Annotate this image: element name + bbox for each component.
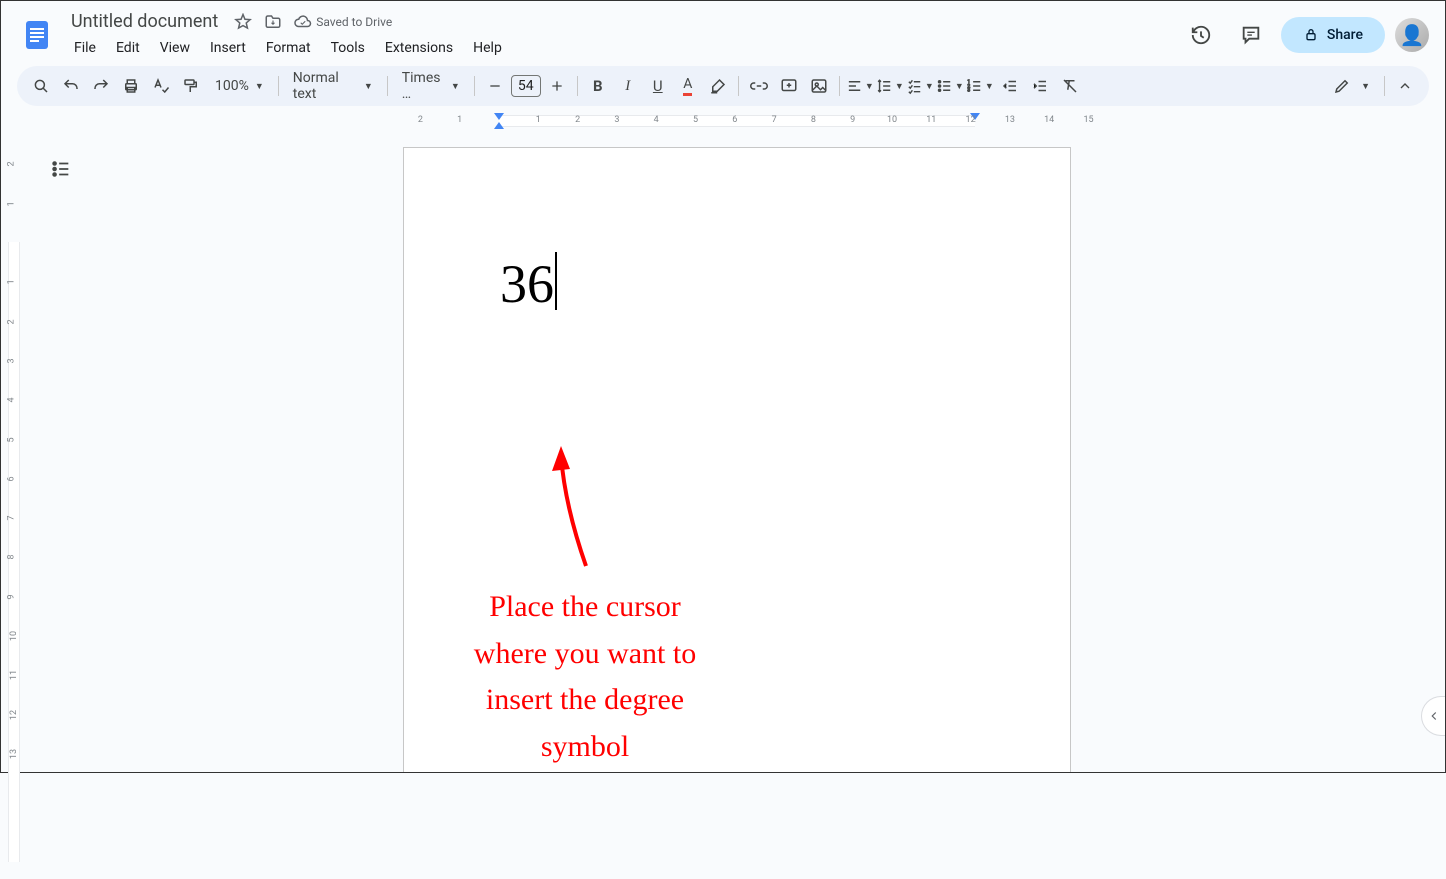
font-select[interactable]: Times …▼: [394, 72, 468, 100]
history-icon[interactable]: [1181, 15, 1221, 55]
title-area: Untitled document Saved to Drive File Ed…: [65, 9, 1173, 60]
save-status[interactable]: Saved to Drive: [294, 13, 392, 31]
checklist-icon[interactable]: ▼: [906, 72, 934, 100]
add-comment-icon[interactable]: [775, 72, 803, 100]
separator: [738, 76, 739, 96]
align-icon[interactable]: ▼: [846, 72, 874, 100]
header-right: Share 👤: [1181, 15, 1429, 55]
workspace: 36: [25, 129, 1427, 772]
title-icons: Saved to Drive: [234, 13, 392, 31]
font-size-input[interactable]: 54: [511, 75, 541, 97]
menu-file[interactable]: File: [65, 36, 105, 60]
outline-toggle-icon[interactable]: [43, 151, 79, 187]
menu-view[interactable]: View: [151, 36, 199, 60]
page[interactable]: 36: [403, 147, 1071, 772]
bullet-list-icon[interactable]: ▼: [936, 72, 964, 100]
share-button[interactable]: Share: [1281, 17, 1385, 53]
docs-logo[interactable]: [17, 15, 57, 55]
menu-tools[interactable]: Tools: [322, 36, 374, 60]
redo-icon[interactable]: [87, 72, 115, 100]
zoom-select[interactable]: 100%▼: [207, 72, 272, 100]
menu-edit[interactable]: Edit: [107, 36, 149, 60]
ruler-vertical[interactable]: 2112345678910111213: [6, 129, 22, 772]
collapse-toolbar-icon[interactable]: [1391, 72, 1419, 100]
document-text: 36: [500, 253, 554, 315]
text-color-icon[interactable]: A: [674, 72, 702, 100]
style-value: Normal text: [293, 70, 358, 102]
title-row: Untitled document Saved to Drive: [65, 9, 1173, 34]
menubar: File Edit View Insert Format Tools Exten…: [65, 36, 1173, 60]
separator: [278, 76, 279, 96]
separator: [474, 76, 475, 96]
editing-mode-select[interactable]: ▼: [1325, 72, 1378, 100]
zoom-value: 100%: [215, 78, 249, 94]
menu-format[interactable]: Format: [257, 36, 320, 60]
bold-icon[interactable]: B: [584, 72, 612, 100]
undo-icon[interactable]: [57, 72, 85, 100]
paint-format-icon[interactable]: [177, 72, 205, 100]
avatar[interactable]: 👤: [1395, 18, 1429, 52]
line-spacing-icon[interactable]: ▼: [876, 72, 904, 100]
header: Untitled document Saved to Drive File Ed…: [1, 1, 1445, 60]
spellcheck-icon[interactable]: [147, 72, 175, 100]
clear-format-icon[interactable]: [1056, 72, 1084, 100]
menu-extensions[interactable]: Extensions: [376, 36, 462, 60]
separator: [387, 76, 388, 96]
menu-help[interactable]: Help: [464, 36, 511, 60]
menu-insert[interactable]: Insert: [201, 36, 255, 60]
font-value: Times …: [402, 70, 445, 102]
save-status-text: Saved to Drive: [316, 15, 392, 29]
font-size-increase[interactable]: [543, 72, 571, 100]
underline-icon[interactable]: U: [644, 72, 672, 100]
share-label: Share: [1327, 27, 1363, 43]
separator: [1384, 76, 1385, 96]
print-icon[interactable]: [117, 72, 145, 100]
ruler-horizontal[interactable]: 21123456789101112131415: [25, 113, 1427, 129]
separator: [839, 76, 840, 96]
outdent-icon[interactable]: [996, 72, 1024, 100]
toolbar: 100%▼ Normal text▼ Times …▼ 54 B I U A ▼…: [17, 66, 1429, 106]
comments-icon[interactable]: [1231, 15, 1271, 55]
document-title[interactable]: Untitled document: [65, 9, 224, 34]
font-size-decrease[interactable]: [481, 72, 509, 100]
separator: [577, 76, 578, 96]
toolbar-wrap: 100%▼ Normal text▼ Times …▼ 54 B I U A ▼…: [1, 60, 1445, 106]
search-icon[interactable]: [27, 72, 55, 100]
svg-text:3: 3: [967, 88, 970, 94]
move-icon[interactable]: [264, 13, 282, 31]
numbered-list-icon[interactable]: 123▼: [966, 72, 994, 100]
page-content[interactable]: 36: [500, 244, 557, 315]
paragraph-style-select[interactable]: Normal text▼: [285, 72, 381, 100]
star-icon[interactable]: [234, 13, 252, 31]
italic-icon[interactable]: I: [614, 72, 642, 100]
indent-icon[interactable]: [1026, 72, 1054, 100]
highlight-icon[interactable]: [704, 72, 732, 100]
insert-image-icon[interactable]: [805, 72, 833, 100]
link-icon[interactable]: [745, 72, 773, 100]
text-cursor: [555, 252, 557, 310]
